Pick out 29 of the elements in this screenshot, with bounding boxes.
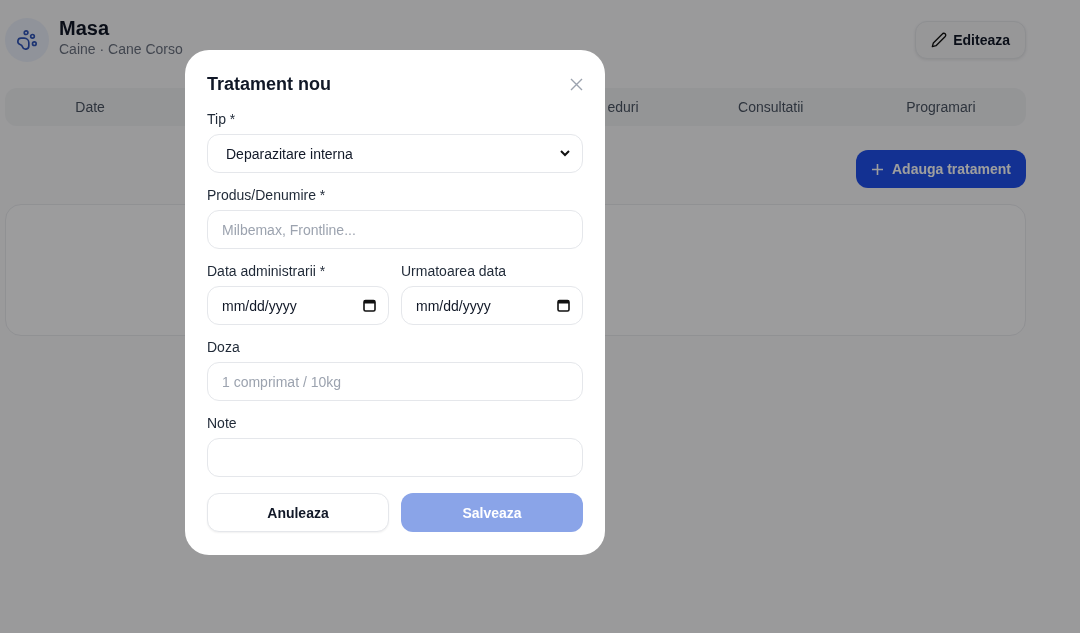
field-label: Urmatoarea data	[401, 263, 508, 279]
pet-name: Masa	[59, 17, 111, 40]
calendar-icon	[557, 299, 570, 312]
date-field[interactable]: mm/dd/yyyy	[401, 286, 583, 325]
field-label: Note	[207, 415, 238, 431]
type-select[interactable]: Deparazitare interna	[207, 134, 583, 173]
field-label: Data administrarii *	[207, 263, 327, 279]
field-label: Tip *	[207, 111, 237, 127]
chevron-down-icon	[560, 150, 570, 157]
tab[interactable]: Consultatii	[685, 92, 856, 122]
field-label: Produs/Denumire *	[207, 187, 327, 203]
date-field[interactable]: mm/dd/yyyy	[207, 286, 389, 325]
tab[interactable]: Programari	[855, 92, 1026, 122]
field-label: Doza	[207, 339, 241, 355]
close-button[interactable]	[570, 78, 583, 91]
pet-breed: Caine · Cane Corso	[59, 41, 184, 57]
tab[interactable]: Date	[5, 92, 176, 122]
add-treatment-button[interactable]: Adauga tratament	[855, 150, 1026, 188]
cancel-button[interactable]: Anuleaza	[207, 493, 389, 532]
input-field[interactable]	[207, 438, 583, 477]
dialog-title: Tratament nou	[207, 74, 331, 95]
pencil-icon	[931, 32, 948, 48]
input-field[interactable]: Milbemax, Frontline...	[207, 210, 583, 249]
input-field[interactable]: 1 comprimat / 10kg	[207, 362, 583, 401]
calendar-icon	[363, 299, 376, 312]
plus-icon	[870, 162, 884, 176]
tab[interactable]: eduri	[607, 92, 639, 122]
paw-icon	[16, 29, 38, 51]
edit-button[interactable]: Editeaza	[915, 21, 1026, 59]
